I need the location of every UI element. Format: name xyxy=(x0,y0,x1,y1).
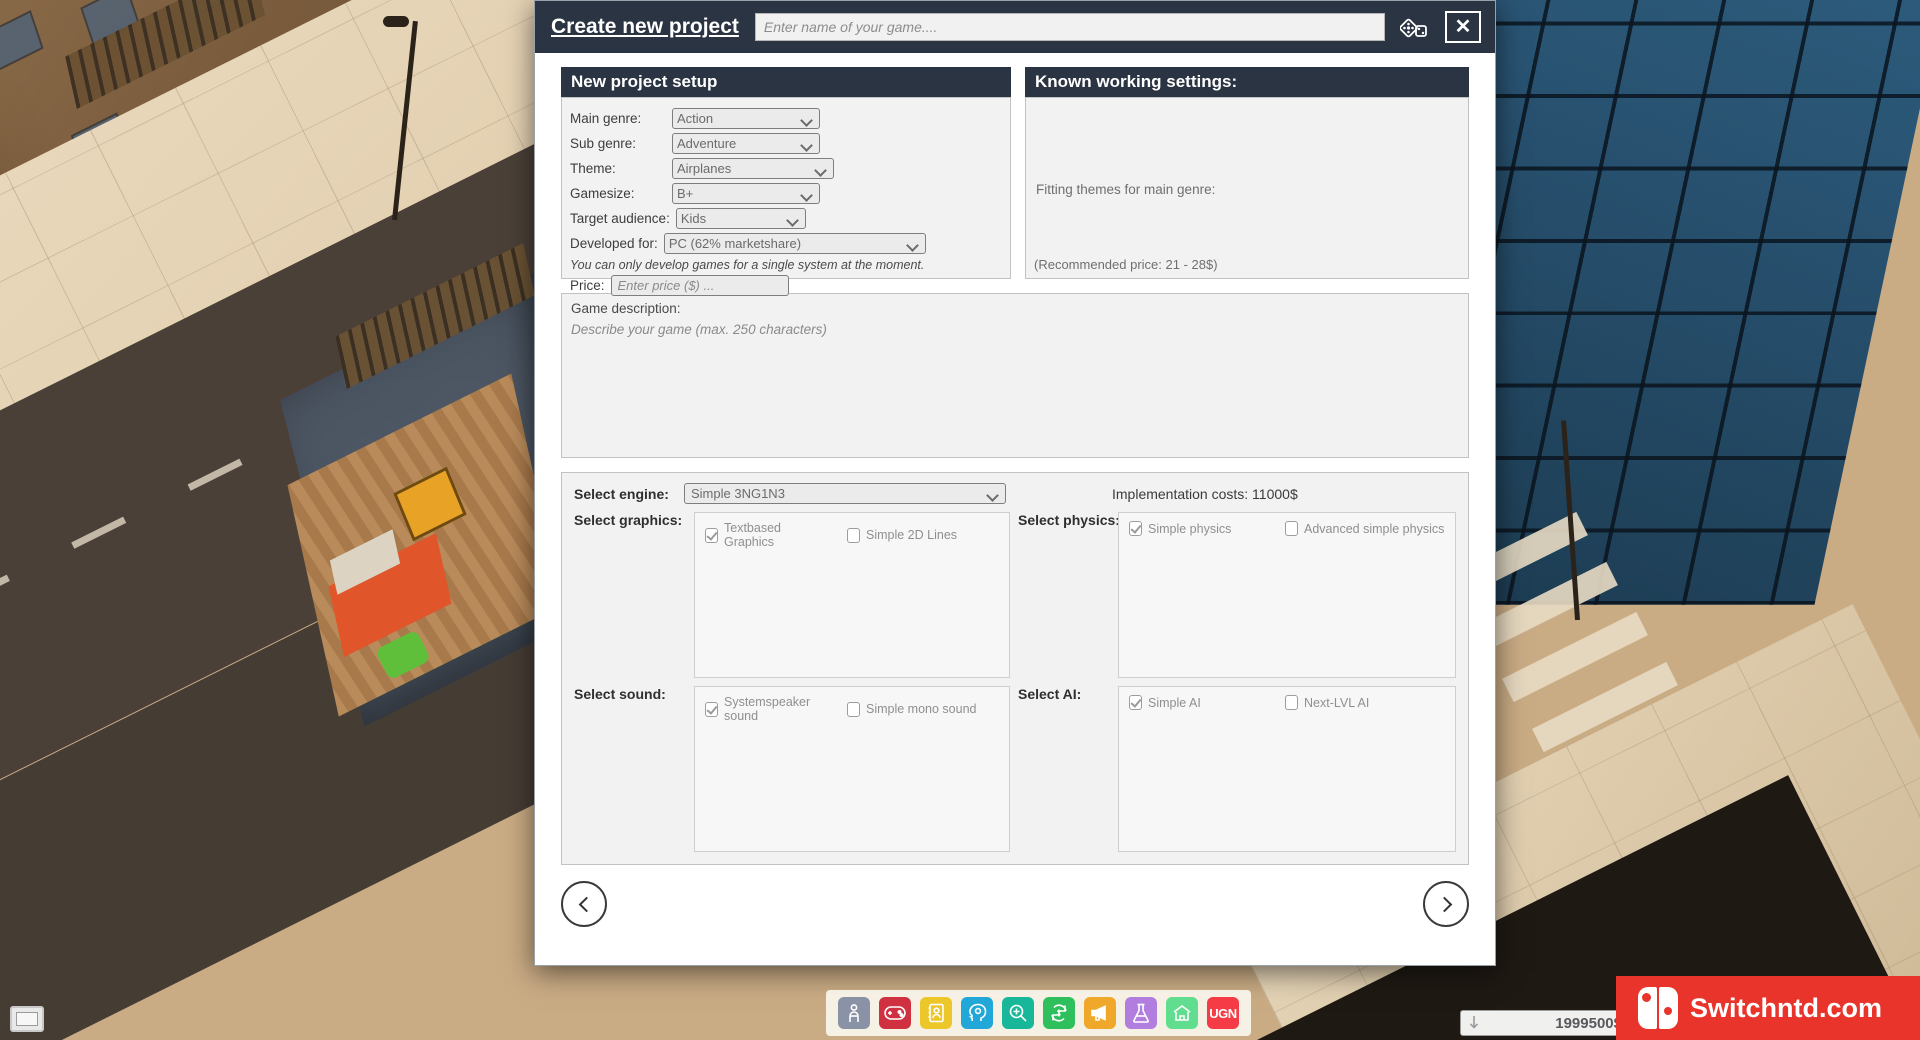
fitting-themes-text: Fitting themes for main genre: xyxy=(1036,182,1215,197)
select-engine[interactable]: Simple 3NG1N3 xyxy=(684,483,1006,504)
sound-options-panel: Systemspeaker sound Simple mono sound xyxy=(694,686,1010,852)
nintendo-switch-logo xyxy=(1638,987,1680,1029)
price-input[interactable] xyxy=(611,275,789,296)
physics-option-label: Advanced simple physics xyxy=(1304,522,1444,536)
dialog-title-bar: Create new project ✕ xyxy=(535,1,1495,53)
bg-lamp-head-a xyxy=(383,16,409,27)
ai-option-label: Next-LVL AI xyxy=(1304,696,1369,710)
money-display: 1999500$ xyxy=(1460,1010,1630,1036)
field-main-genre: Main genre: Action xyxy=(570,108,1000,129)
select-sub-genre[interactable]: Adventure xyxy=(672,133,820,154)
contacts-icon[interactable] xyxy=(920,997,952,1029)
label-select-ai: Select AI: xyxy=(1018,686,1110,702)
tech-selection-panel: Select engine: Simple 3NG1N3 Implementat… xyxy=(561,472,1469,865)
checkbox-icon[interactable] xyxy=(1129,521,1142,536)
label-developed-for: Developed for: xyxy=(570,236,658,251)
label-target-audience: Target audience: xyxy=(570,211,670,226)
select-gamesize[interactable]: B+ xyxy=(672,183,820,204)
select-main-genre[interactable]: Action xyxy=(672,108,820,129)
dice-icon[interactable] xyxy=(1395,9,1435,45)
finance-icon[interactable] xyxy=(1043,997,1075,1029)
sound-option-label: Simple mono sound xyxy=(866,702,976,716)
ai-option-nextlvl[interactable]: Next-LVL AI xyxy=(1285,695,1369,710)
engine-row: Select engine: Simple 3NG1N3 Implementat… xyxy=(574,483,1456,504)
graphics-options-panel: Textbased Graphics Simple 2D Lines xyxy=(694,512,1010,678)
label-sub-genre: Sub genre: xyxy=(570,136,666,151)
single-system-note: You can only develop games for a single … xyxy=(570,258,1000,272)
game-description-label: Game description: xyxy=(571,301,1459,316)
ugn-icon[interactable]: UGN xyxy=(1207,997,1239,1029)
label-theme: Theme: xyxy=(570,161,666,176)
checkbox-icon[interactable] xyxy=(847,528,860,543)
setup-panel-header: New project setup xyxy=(561,67,1011,97)
select-developed-for[interactable]: PC (62% marketshare) xyxy=(664,233,926,254)
home-icon[interactable] xyxy=(1166,997,1198,1029)
checkbox-icon[interactable] xyxy=(1285,521,1298,536)
label-price: Price: xyxy=(570,278,605,293)
checkbox-icon[interactable] xyxy=(1129,695,1142,710)
field-sub-genre: Sub genre: Adventure xyxy=(570,133,1000,154)
implementation-costs-text: Implementation costs: 11000$ xyxy=(1112,486,1298,502)
setup-panel-body: Main genre: Action Sub genre: Adventure … xyxy=(561,97,1011,279)
create-new-project-dialog: Create new project ✕ xyxy=(534,0,1496,966)
game-name-input[interactable] xyxy=(755,13,1385,41)
field-developed-for: Developed for: PC (62% marketshare) xyxy=(570,233,1000,254)
graphics-option-textbased[interactable]: Textbased Graphics xyxy=(705,521,833,549)
watermark: Switchntd.com xyxy=(1616,976,1920,1040)
sound-option-label: Systemspeaker sound xyxy=(724,695,833,723)
money-value: 1999500$ xyxy=(1555,1015,1622,1032)
physics-option-simple[interactable]: Simple physics xyxy=(1129,521,1257,536)
label-select-engine: Select engine: xyxy=(574,486,674,502)
recommended-price-text: (Recommended price: 21 - 28$) xyxy=(1034,257,1218,272)
label-select-physics: Select physics: xyxy=(1018,512,1110,528)
dialog-title: Create new project xyxy=(545,15,745,39)
game-description-textarea[interactable] xyxy=(571,322,1459,442)
dialog-navigation xyxy=(535,865,1495,927)
chevron-left-icon[interactable] xyxy=(561,881,607,927)
field-target-audience: Target audience: Kids xyxy=(570,208,1000,229)
checkbox-icon[interactable] xyxy=(847,702,860,717)
physics-options-panel: Simple physics Advanced simple physics xyxy=(1118,512,1456,678)
lab-icon[interactable] xyxy=(1125,997,1157,1029)
monitor-icon[interactable] xyxy=(10,1006,44,1032)
new-project-setup-panel: New project setup Main genre: Action Sub… xyxy=(561,67,1011,279)
field-price: Price: xyxy=(570,275,1000,296)
sound-option-mono[interactable]: Simple mono sound xyxy=(847,695,976,723)
money-trend-down-icon xyxy=(1468,1015,1482,1031)
ai-options-panel: Simple AI Next-LVL AI xyxy=(1118,686,1456,852)
marketing-icon[interactable] xyxy=(1084,997,1116,1029)
select-theme[interactable]: Airplanes xyxy=(672,158,834,179)
field-gamesize: Gamesize: B+ xyxy=(570,183,1000,204)
known-panel-header: Known working settings: xyxy=(1025,67,1469,97)
games-icon[interactable] xyxy=(879,997,911,1029)
checkbox-icon[interactable] xyxy=(1285,695,1298,710)
known-working-settings-panel: Known working settings: Fitting themes f… xyxy=(1025,67,1469,279)
ai-option-simple[interactable]: Simple AI xyxy=(1129,695,1257,710)
ai-option-label: Simple AI xyxy=(1148,696,1201,710)
graphics-option-label: Textbased Graphics xyxy=(724,521,833,549)
physics-option-advanced[interactable]: Advanced simple physics xyxy=(1285,521,1444,536)
checkbox-icon[interactable] xyxy=(705,528,718,543)
sound-option-systemspeaker[interactable]: Systemspeaker sound xyxy=(705,695,833,723)
physics-option-label: Simple physics xyxy=(1148,522,1231,536)
graphics-option-label: Simple 2D Lines xyxy=(866,528,957,542)
known-panel-body: Fitting themes for main genre: (Recommen… xyxy=(1025,97,1469,279)
market-icon[interactable] xyxy=(1002,997,1034,1029)
close-icon[interactable]: ✕ xyxy=(1445,11,1481,43)
chevron-right-icon[interactable] xyxy=(1423,881,1469,927)
bottom-taskbar: UGN xyxy=(826,990,1251,1036)
checkbox-icon[interactable] xyxy=(705,702,718,717)
graphics-option-simple2d[interactable]: Simple 2D Lines xyxy=(847,521,957,549)
game-description-panel: Game description: xyxy=(561,293,1469,458)
field-theme: Theme: Airplanes xyxy=(570,158,1000,179)
label-select-graphics: Select graphics: xyxy=(574,512,686,528)
ugn-label: UGN xyxy=(1209,1006,1236,1021)
label-gamesize: Gamesize: xyxy=(570,186,666,201)
research-icon[interactable] xyxy=(961,997,993,1029)
staff-icon[interactable] xyxy=(838,997,870,1029)
select-target-audience[interactable]: Kids xyxy=(676,208,806,229)
label-main-genre: Main genre: xyxy=(570,111,666,126)
label-select-sound: Select sound: xyxy=(574,686,686,702)
watermark-text: Switchntd.com xyxy=(1690,993,1882,1024)
